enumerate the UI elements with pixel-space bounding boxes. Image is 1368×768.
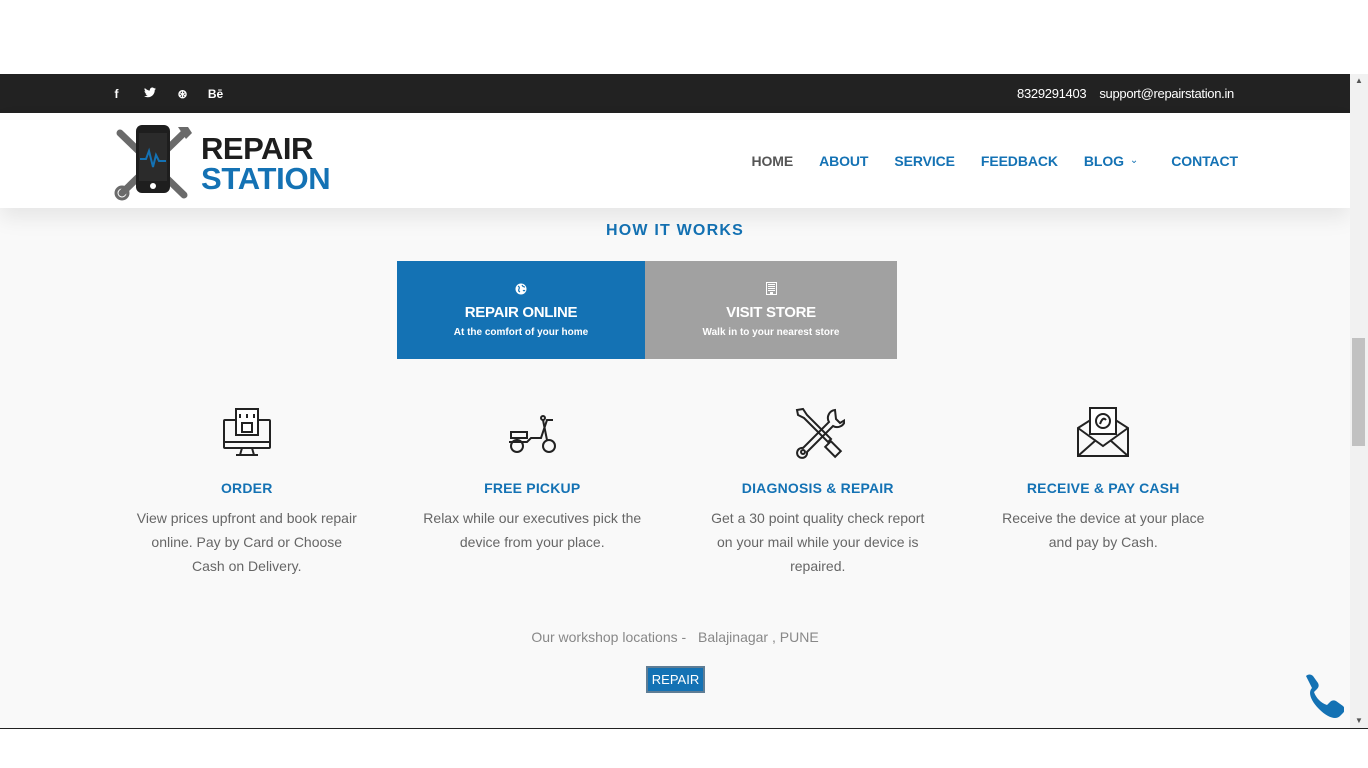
scroll-up-arrow-icon[interactable]: ▲ bbox=[1350, 74, 1368, 88]
chevron-down-icon: ⌄ bbox=[1129, 155, 1139, 166]
section-title: HOW IT WORKS bbox=[606, 222, 744, 239]
scrollbar-thumb[interactable] bbox=[1352, 338, 1365, 446]
step-description: Receive the device at your place and pay… bbox=[1002, 510, 1205, 550]
tab-subtitle: At the comfort of your home bbox=[453, 326, 589, 338]
monitor-order-icon bbox=[222, 408, 271, 456]
email-link[interactable]: support@repairstation.in bbox=[1099, 86, 1234, 101]
contact-info: 8329291403 support@repairstation.in bbox=[1017, 74, 1234, 113]
step-description: View prices upfront and book repair onli… bbox=[136, 510, 357, 574]
workshop-locations: Our workshop locations - Balajinagar , P… bbox=[0, 629, 1350, 645]
step-title: DIAGNOSIS & REPAIR bbox=[741, 480, 894, 496]
nav-home[interactable]: HOME bbox=[751, 153, 793, 169]
step-title: ORDER bbox=[220, 480, 273, 496]
step-diagnosis-repair: DIAGNOSIS & REPAIR Get a 30 point qualit… bbox=[675, 406, 961, 578]
step-title: FREE PICKUP bbox=[484, 480, 581, 496]
tab-title: REPAIR ONLINE bbox=[464, 303, 578, 321]
step-receive-pay-cash: RECEIVE & PAY CASH Receive the device at… bbox=[961, 406, 1247, 578]
nav-about[interactable]: ABOUT bbox=[819, 153, 868, 169]
locations-label: Our workshop locations - bbox=[531, 629, 687, 645]
dribbble-icon[interactable]: ⊛ bbox=[166, 87, 199, 101]
vertical-scrollbar[interactable]: ▲ ▼ bbox=[1350, 74, 1368, 728]
scooter-icon bbox=[509, 415, 557, 453]
behance-icon[interactable]: Bē bbox=[199, 87, 232, 101]
nav-blog-dropdown[interactable]: BLOG ⌄ bbox=[1084, 153, 1138, 169]
location-name: Balajinagar , PUNE bbox=[698, 629, 819, 645]
repair-button[interactable]: REPAIR bbox=[646, 666, 705, 693]
divider bbox=[0, 728, 1368, 729]
nav-service[interactable]: SERVICE bbox=[894, 153, 955, 169]
tab-title: VISIT STORE bbox=[726, 304, 816, 321]
step-description: Get a 30 point quality check report on y… bbox=[711, 510, 925, 574]
phone-number[interactable]: 8329291403 bbox=[1017, 86, 1087, 101]
logo-text-station: STATION bbox=[201, 161, 331, 196]
step-description: Relax while our executives pick the devi… bbox=[423, 510, 642, 550]
step-free-pickup: FREE PICKUP Relax while our executives p… bbox=[390, 406, 676, 578]
tools-icon bbox=[795, 407, 845, 459]
globe-icon bbox=[515, 283, 527, 298]
steps-row: ORDER View prices upfront and book repai… bbox=[104, 406, 1246, 578]
step-order: ORDER View prices upfront and book repai… bbox=[104, 406, 390, 578]
facebook-icon[interactable]: f bbox=[100, 87, 133, 101]
phone-icon bbox=[1306, 674, 1345, 718]
tab-repair-online[interactable]: REPAIR ONLINE At the comfort of your hom… bbox=[397, 261, 645, 359]
nav-feedback[interactable]: FEEDBACK bbox=[981, 153, 1058, 169]
nav-blog[interactable]: BLOG bbox=[1084, 153, 1124, 169]
nav-contact[interactable]: CONTACT bbox=[1171, 153, 1238, 169]
step-title: RECEIVE & PAY CASH bbox=[1026, 480, 1180, 496]
building-icon bbox=[765, 282, 777, 298]
tab-subtitle: Walk in to your nearest store bbox=[702, 327, 840, 338]
site-header: REPAIR STATION HOME ABOUT SERVICE FEEDBA… bbox=[0, 113, 1350, 208]
cash-envelope-icon bbox=[1077, 407, 1130, 457]
service-mode-tabs: REPAIR ONLINE At the comfort of your hom… bbox=[397, 261, 897, 359]
top-bar: f ⊛ Bē 8329291403 support@repairstation.… bbox=[0, 74, 1350, 113]
twitter-icon[interactable] bbox=[133, 87, 166, 101]
phone-repair-logo-icon bbox=[114, 125, 192, 201]
page-viewport: f ⊛ Bē 8329291403 support@repairstation.… bbox=[0, 74, 1350, 728]
call-button[interactable] bbox=[1296, 670, 1345, 718]
tab-visit-store[interactable]: VISIT STORE Walk in to your nearest stor… bbox=[645, 261, 897, 359]
site-logo[interactable]: REPAIR STATION bbox=[112, 123, 352, 203]
social-links: f ⊛ Bē bbox=[100, 74, 232, 113]
main-nav: HOME ABOUT SERVICE FEEDBACK BLOG ⌄ CONTA… bbox=[751, 113, 1238, 208]
scroll-down-arrow-icon[interactable]: ▼ bbox=[1350, 714, 1368, 728]
